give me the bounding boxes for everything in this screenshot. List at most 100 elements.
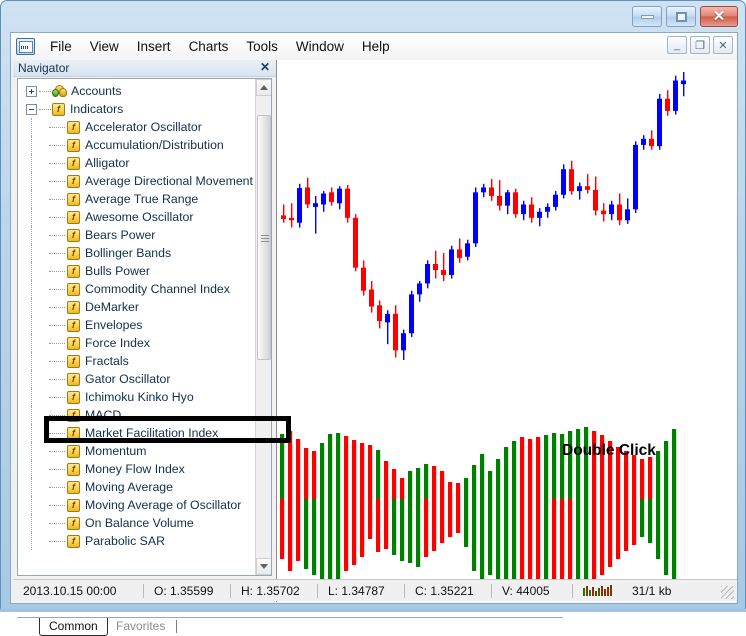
menu-item-window[interactable]: Window (287, 36, 353, 57)
tree-item-indicators[interactable]: fIndicators (18, 100, 254, 118)
tree-item-label: Momentum (85, 444, 147, 458)
candle-wick (291, 203, 292, 227)
tree-item-parabolic-sar[interactable]: fParabolic SAR (18, 532, 254, 550)
gator-bar-lower (616, 499, 620, 559)
navigator-close-icon[interactable]: ✕ (260, 60, 270, 74)
gator-bar-lower (672, 499, 676, 587)
tree-item-bulls-power[interactable]: fBulls Power (18, 262, 254, 280)
tree-connector (49, 253, 65, 254)
resize-grip-icon[interactable] (721, 586, 734, 599)
gator-bar-upper (536, 437, 540, 499)
tree-item-bollinger-bands[interactable]: fBollinger Bands (18, 244, 254, 262)
menu-item-view[interactable]: View (81, 36, 128, 57)
function-icon: f (67, 247, 80, 260)
maximize-button[interactable] (666, 6, 696, 27)
gator-bar-upper (576, 429, 580, 499)
tree-indent (18, 514, 49, 532)
menu-item-file[interactable]: File (41, 36, 81, 57)
signal-bar (610, 585, 612, 596)
close-icon: ✕ (713, 9, 726, 24)
menu-item-charts[interactable]: Charts (180, 36, 238, 57)
function-icon: f (67, 499, 80, 512)
candle-body (521, 204, 526, 214)
gator-bar-upper (512, 441, 516, 499)
mdi-close-button[interactable]: ✕ (713, 36, 733, 54)
scrollbar-thumb[interactable] (257, 115, 271, 360)
collapse-icon[interactable] (26, 104, 37, 115)
tree-item-fractals[interactable]: fFractals (18, 352, 254, 370)
tree-item-money-flow-index[interactable]: fMoney Flow Index (18, 460, 254, 478)
tree-item-bears-power[interactable]: fBears Power (18, 226, 254, 244)
tree-item-moving-average[interactable]: fMoving Average (18, 478, 254, 496)
tree-connector (49, 541, 65, 542)
navigator-tree[interactable]: AccountsfIndicatorsfAccelerator Oscillat… (18, 79, 254, 550)
candle-body (417, 283, 422, 294)
tree-item-accelerator-oscillator[interactable]: fAccelerator Oscillator (18, 118, 254, 136)
gator-bar-lower (320, 499, 324, 579)
gator-bar-upper (552, 433, 556, 499)
tree-item-commodity-channel-index[interactable]: fCommodity Channel Index (18, 280, 254, 298)
signal-bar (586, 586, 588, 596)
gator-bar-lower (424, 499, 428, 557)
tree-indent (18, 334, 49, 352)
expand-icon[interactable] (26, 86, 37, 97)
tree-item-alligator[interactable]: fAlligator (18, 154, 254, 172)
tree-item-demarker[interactable]: fDeMarker (18, 298, 254, 316)
tab-favorites[interactable]: Favorites (107, 618, 174, 636)
close-button[interactable]: ✕ (700, 6, 738, 27)
candle-body (433, 264, 438, 270)
status-low: L: 1.34787 (318, 583, 404, 599)
chart-area[interactable]: Gator Oscillator Indicator Double Click (276, 60, 737, 602)
candle-body (297, 188, 302, 223)
tree-indent (18, 118, 49, 136)
gator-bar-upper (640, 459, 644, 499)
function-icon: f (67, 283, 80, 296)
tree-item-on-balance-volume[interactable]: fOn Balance Volume (18, 514, 254, 532)
gator-bar-lower (352, 499, 356, 565)
tree-item-accounts[interactable]: Accounts (18, 82, 254, 100)
tree-item-force-index[interactable]: fForce Index (18, 334, 254, 352)
candle-body (649, 139, 654, 146)
mdi-minimize-button[interactable]: _ (667, 36, 687, 54)
signal-bar (601, 586, 603, 596)
tree-item-label: Average Directional Movement (85, 174, 253, 188)
tree-item-gator-oscillator[interactable]: fGator Oscillator (18, 370, 254, 388)
scroll-down-button[interactable] (256, 558, 272, 575)
tree-item-average-true-range[interactable]: fAverage True Range (18, 190, 254, 208)
tree-item-accumulation-distribution[interactable]: fAccumulation/Distribution (18, 136, 254, 154)
scroll-up-button[interactable] (256, 79, 272, 96)
gator-bar-upper (368, 445, 372, 499)
tree-item-momentum[interactable]: fMomentum (18, 442, 254, 460)
minimize-button[interactable] (632, 6, 662, 27)
mdi-restore-button[interactable]: ❐ (690, 36, 710, 54)
gator-bar-upper (296, 439, 300, 499)
connection-signal-icon[interactable] (573, 585, 622, 596)
metatrader-icon (16, 38, 35, 55)
gator-bar-lower (376, 499, 380, 552)
menu-item-help[interactable]: Help (353, 36, 399, 57)
tree-item-envelopes[interactable]: fEnvelopes (18, 316, 254, 334)
gator-bar-upper (376, 450, 380, 499)
tree-item-ichimoku-kinko-hyo[interactable]: fIchimoku Kinko Hyo (18, 388, 254, 406)
function-icon: f (67, 265, 80, 278)
tree-connector (39, 91, 51, 92)
gator-bar-lower (592, 499, 596, 581)
tree-item-average-directional-movement[interactable]: fAverage Directional Movement (18, 172, 254, 190)
menu-item-tools[interactable]: Tools (237, 36, 287, 57)
tree-item-label: Moving Average of Oscillator (85, 498, 241, 512)
tree-item-moving-average-of-oscillator[interactable]: f Moving Average of Oscillator (18, 496, 254, 514)
maximize-icon (676, 12, 687, 22)
status-bar: 2013.10.15 00:00 O: 1.35599 H: 1.35702 L… (13, 579, 737, 601)
gator-bar-upper (496, 459, 500, 499)
tab-common[interactable]: Common (39, 618, 108, 636)
tree-item-label: Awesome Oscillator (85, 210, 193, 224)
candle-body (289, 218, 294, 220)
gator-bar-upper (584, 427, 588, 499)
candle-body (393, 314, 398, 350)
menu-item-insert[interactable]: Insert (128, 36, 180, 57)
tree-item-awesome-oscillator[interactable]: fAwesome Oscillator (18, 208, 254, 226)
tree-item-label: On Balance Volume (85, 516, 194, 530)
tree-item-label: Fractals (85, 354, 129, 368)
candle-body (313, 203, 318, 207)
navigator-scrollbar[interactable] (255, 79, 271, 575)
